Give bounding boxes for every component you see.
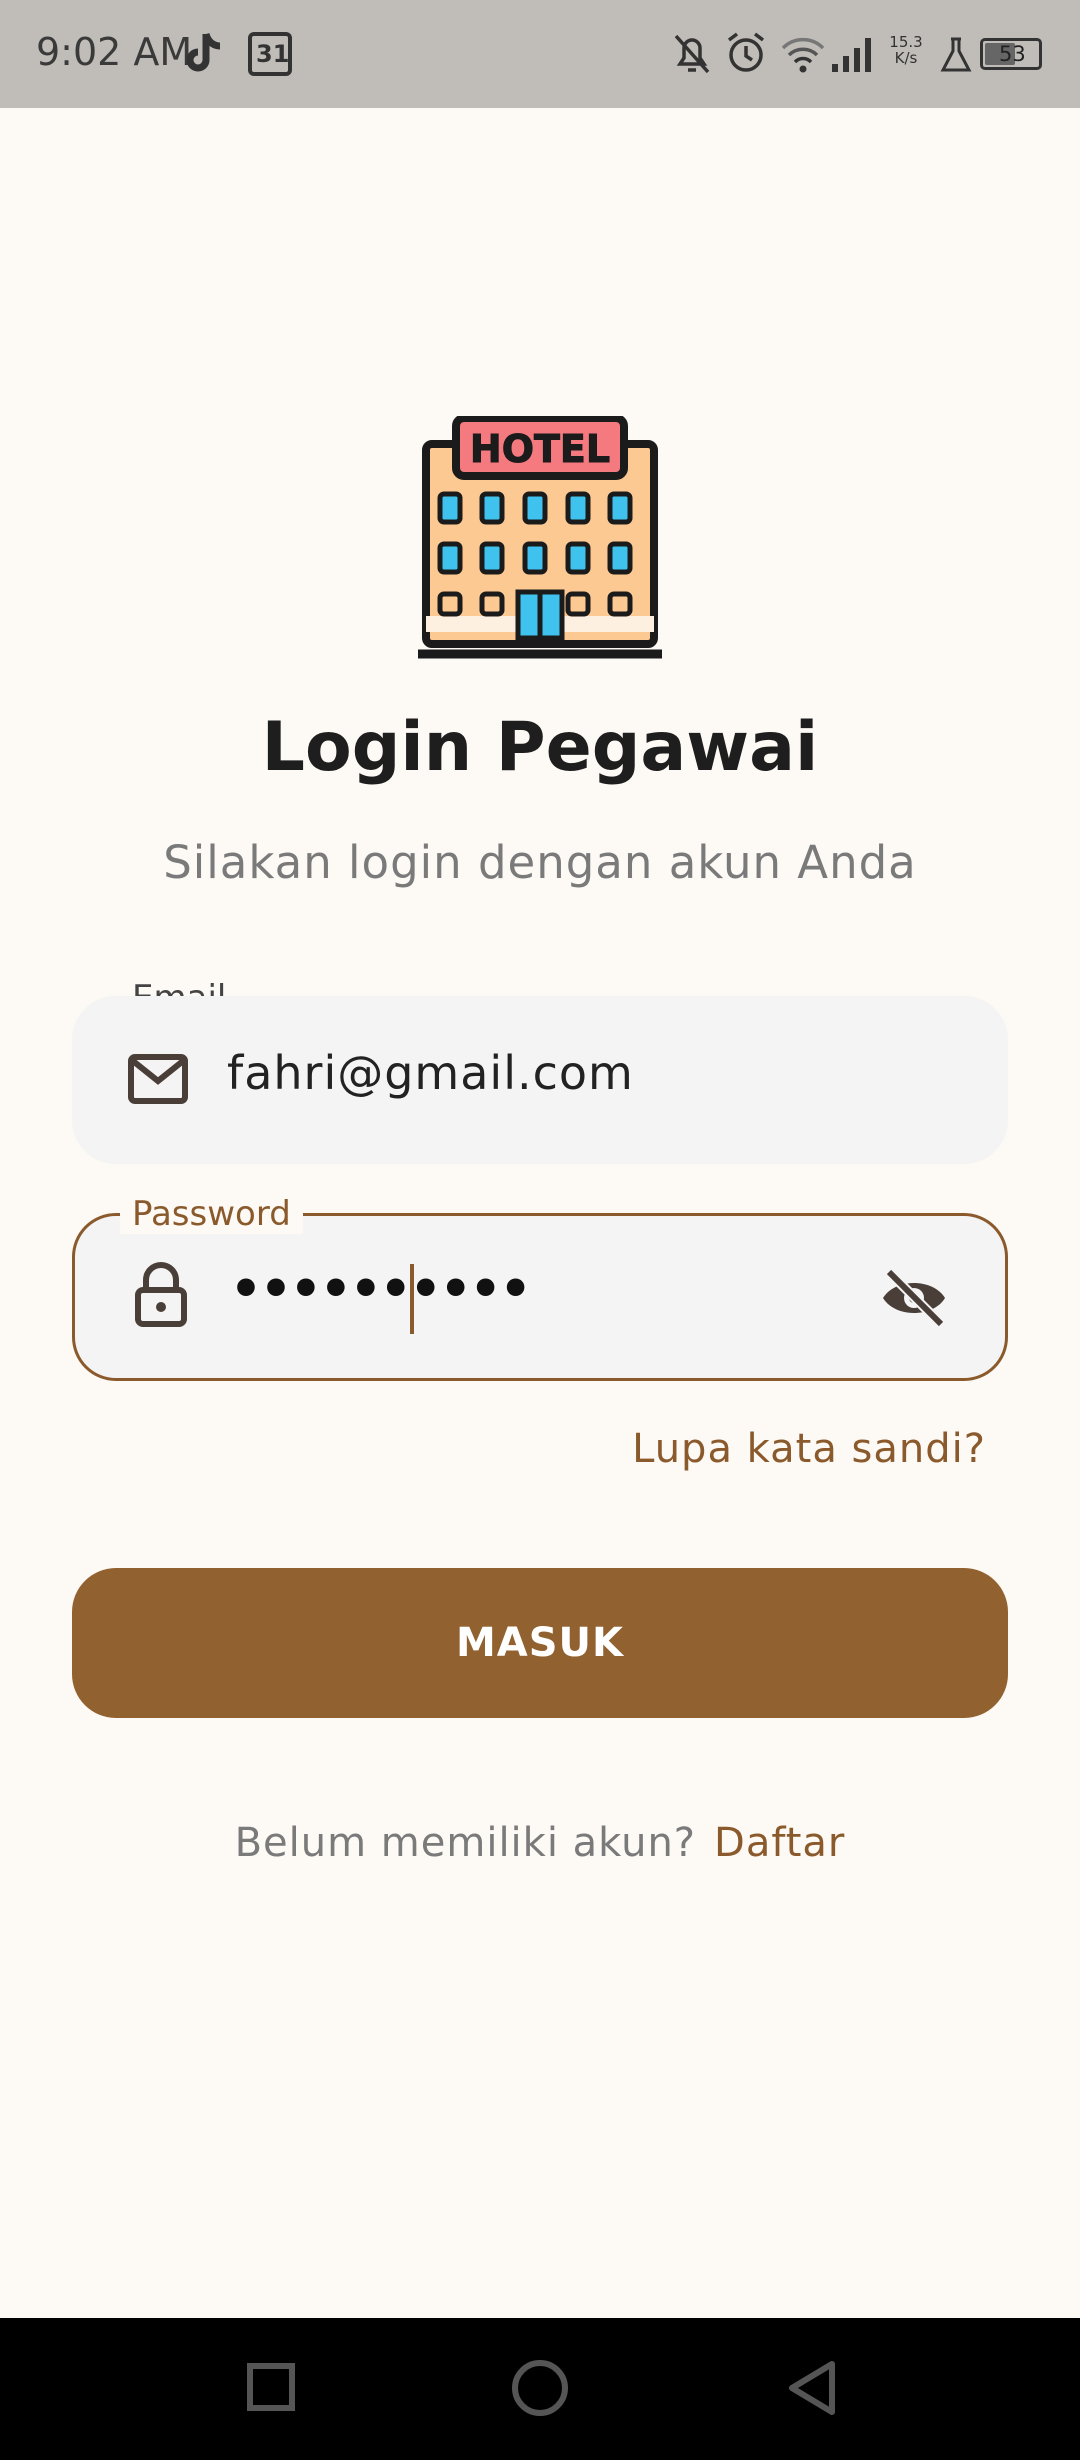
battery-icon: 53 <box>980 38 1042 70</box>
network-speed-value: 15.3 <box>889 33 923 51</box>
page-title: Login Pegawai <box>261 708 819 787</box>
calendar-day: 31 <box>256 40 290 68</box>
battery-level: 53 <box>999 42 1026 66</box>
lock-icon <box>135 1262 187 1327</box>
network-speed: 15.3 K/s <box>886 34 926 66</box>
network-speed-unit: K/s <box>894 49 918 67</box>
signal-icon <box>832 38 871 72</box>
hotel-logo-icon: HOTEL <box>418 416 662 659</box>
bell-off-icon <box>674 34 710 74</box>
alarm-icon <box>727 32 765 72</box>
status-bar: 9:02 AM 31 15.3 K/s 53 <box>0 0 1080 108</box>
login-screen: HOTEL Login Pegawai Silakan login dengan… <box>0 108 1080 2318</box>
password-value: •••••••••• <box>230 1260 532 1318</box>
status-time: 9:02 AM <box>36 30 193 74</box>
password-label: Password <box>120 1194 303 1234</box>
password-field[interactable]: •••••••••• <box>72 1213 1008 1381</box>
register-link[interactable]: Daftar <box>714 1820 845 1866</box>
tiktok-icon <box>186 32 221 72</box>
wifi-icon <box>781 37 825 73</box>
home-circle-icon[interactable] <box>510 2358 570 2418</box>
eye-off-icon[interactable] <box>879 1268 949 1328</box>
back-triangle-icon[interactable] <box>784 2358 840 2418</box>
register-prompt: Belum memiliki akun? <box>234 1820 697 1866</box>
text-cursor <box>410 1264 414 1334</box>
navigation-bar <box>0 2318 1080 2460</box>
email-field[interactable]: fahri@gmail.com <box>72 996 1008 1164</box>
calendar-icon: 31 <box>248 32 292 76</box>
recents-square-icon[interactable] <box>246 2362 296 2412</box>
page-subtitle: Silakan login dengan akun Anda <box>163 836 917 889</box>
register-row: Belum memiliki akun? Daftar <box>0 1820 1080 1866</box>
forgot-password-link[interactable]: Lupa kata sandi? <box>632 1426 986 1472</box>
mail-icon <box>128 1054 188 1104</box>
hotel-sign-text: HOTEL <box>470 427 610 471</box>
flask-icon <box>940 37 972 72</box>
email-value: fahri@gmail.com <box>227 1046 634 1100</box>
login-button[interactable]: MASUK <box>72 1568 1008 1718</box>
